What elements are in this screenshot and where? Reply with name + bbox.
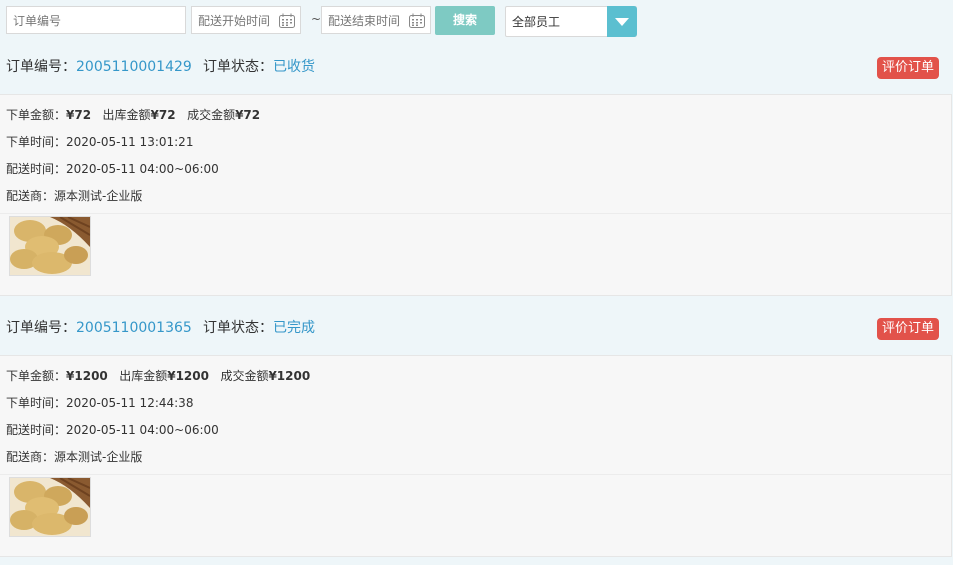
deal-amount-label: 成交金额 (187, 108, 236, 122)
deal-amount-value: ¥1200 (268, 369, 311, 383)
supplier: 配送商：源本测试-企业版 (6, 189, 143, 203)
delivery-end-input[interactable]: 配送结束时间 (321, 6, 431, 34)
order-no-placeholder: 订单编号 (13, 14, 62, 28)
order-status-field: 订单状态：已收货 (203, 46, 315, 88)
order-amount-value: ¥1200 (66, 369, 108, 383)
order-no-field: 订单编号：2005110001429 (6, 46, 192, 88)
product-image-row (0, 213, 951, 276)
order-amount-value: ¥72 (66, 108, 92, 122)
deal-amount-value: ¥72 (235, 108, 261, 122)
potato-product-image[interactable] (9, 477, 91, 537)
out-amount-label: 出库金额 (119, 369, 168, 383)
order-no-field: 订单编号：2005110001365 (6, 307, 192, 349)
order-no-label: 订单编号： (6, 59, 76, 75)
search-button[interactable]: 搜索 (435, 6, 495, 35)
delivery-time: 配送时间：2020-05-11 04:00~06:00 (6, 162, 219, 176)
staff-selected-value: 全部员工 (512, 15, 561, 29)
order-amount-label: 下单金额： (6, 108, 67, 122)
order-details: 下单金额：¥1200 出库金额¥1200 成交金额¥1200 下单时间：2020… (0, 355, 952, 557)
order-status-label: 订单状态： (203, 320, 273, 336)
supplier: 配送商：源本测试-企业版 (6, 450, 143, 464)
calendar-icon[interactable] (409, 13, 425, 28)
chevron-down-icon[interactable] (607, 6, 637, 37)
order-status-field: 订单状态：已完成 (203, 307, 315, 349)
rate-order-button[interactable]: 评价订单 (876, 57, 939, 79)
order-no-label: 订单编号： (6, 320, 76, 336)
order-amount-label: 下单金额： (6, 369, 67, 383)
potato-product-image[interactable] (9, 216, 91, 276)
order-status-value: 已收货 (273, 59, 315, 75)
amount-line: 下单金额：¥72 出库金额¥72 成交金额¥72 (6, 106, 260, 123)
deal-amount-label: 成交金额 (220, 369, 269, 383)
delivery-time: 配送时间：2020-05-11 04:00~06:00 (6, 423, 219, 437)
product-image-row (0, 474, 951, 537)
calendar-icon[interactable] (279, 13, 295, 28)
order-details: 下单金额：¥72 出库金额¥72 成交金额¥72 下单时间：2020-05-11… (0, 94, 952, 296)
delivery-start-input[interactable]: 配送开始时间 (191, 6, 301, 34)
order-no-value[interactable]: 2005110001365 (76, 320, 192, 336)
start-placeholder: 配送开始时间 (198, 14, 271, 28)
out-amount-label: 出库金额 (102, 108, 151, 122)
filter-bar: 订单编号 配送开始时间 ~ 配送结束时间 搜索 全部员工 (0, 0, 953, 42)
end-placeholder: 配送结束时间 (328, 14, 401, 28)
order-status-value: 已完成 (273, 320, 315, 336)
amount-line: 下单金额：¥1200 出库金额¥1200 成交金额¥1200 (6, 367, 310, 384)
order-header: 订单编号：2005110001429 订单状态：已收货 评价订单 (0, 46, 953, 88)
order-time: 下单时间：2020-05-11 12:44:38 (6, 396, 194, 410)
rate-order-button[interactable]: 评价订单 (876, 318, 939, 340)
order-no-value[interactable]: 2005110001429 (76, 59, 192, 75)
date-range-separator: ~ (311, 12, 322, 26)
order-time: 下单时间：2020-05-11 13:01:21 (6, 135, 194, 149)
order-status-label: 订单状态： (203, 59, 273, 75)
out-amount-value: ¥1200 (167, 369, 209, 383)
order-header: 订单编号：2005110001365 订单状态：已完成 评价订单 (0, 307, 953, 349)
staff-select[interactable]: 全部员工 (505, 6, 637, 37)
order-no-input[interactable]: 订单编号 (6, 6, 186, 34)
out-amount-value: ¥72 (150, 108, 176, 122)
